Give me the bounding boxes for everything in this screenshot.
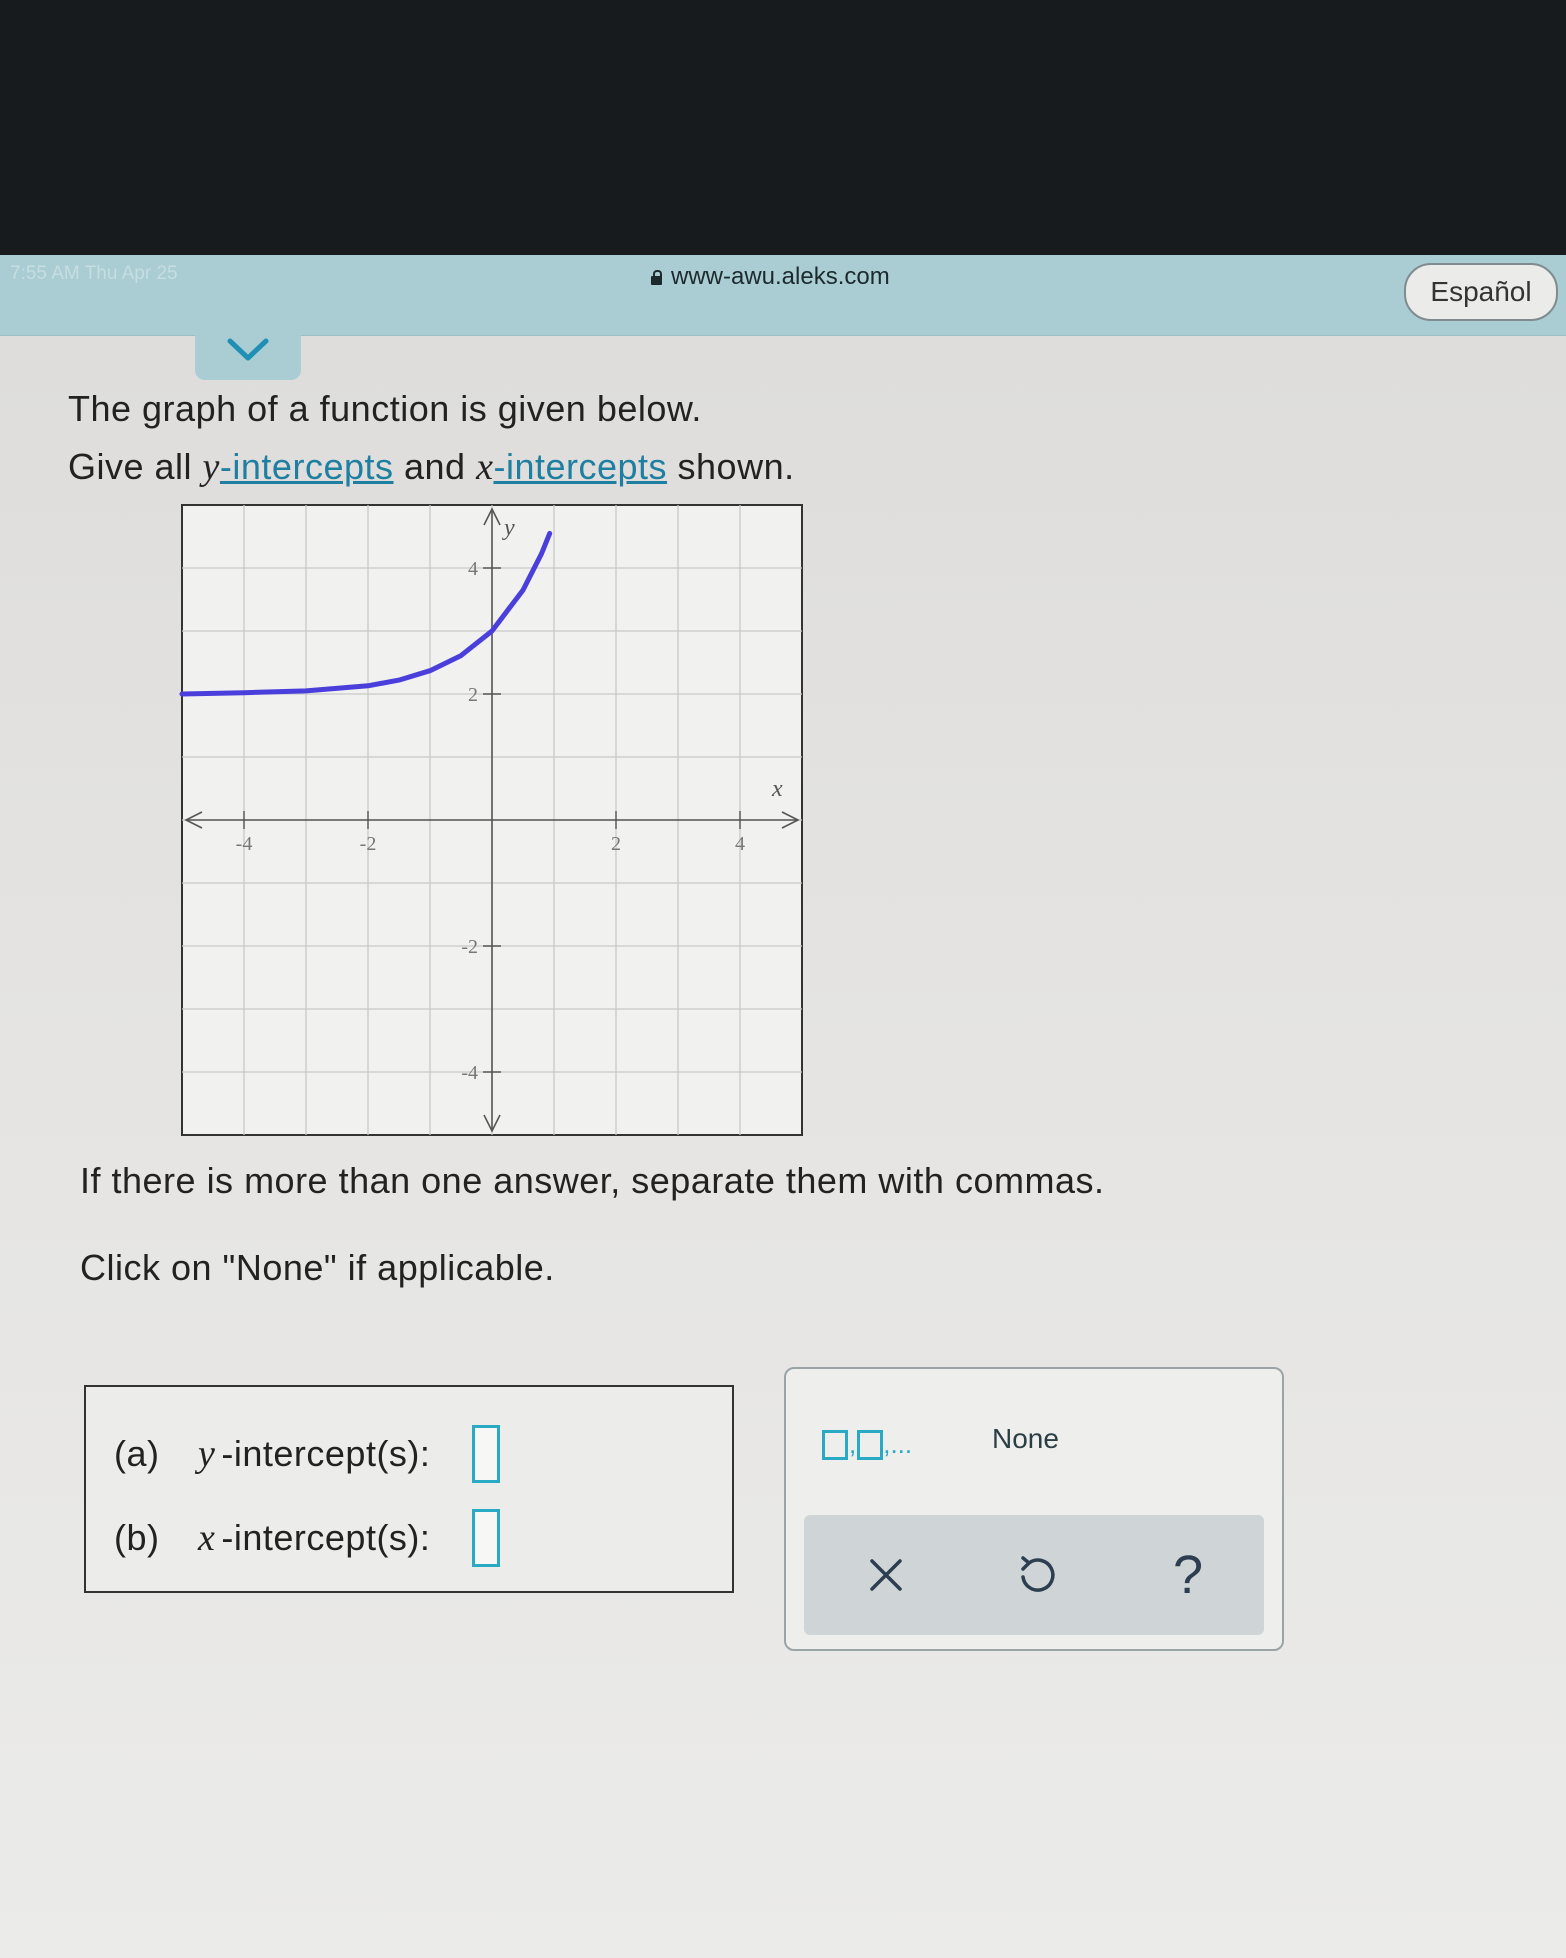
prompt-line-1: The graph of a function is given below. bbox=[68, 388, 702, 429]
action-bar: ? bbox=[804, 1515, 1264, 1635]
function-graph: -4 -2 2 4 4 2 -2 -4 x y bbox=[179, 504, 803, 1136]
prompt-text: shown. bbox=[667, 446, 795, 487]
instruction-commas: If there is more than one answer, separa… bbox=[80, 1160, 1105, 1201]
y-variable: y bbox=[198, 1433, 216, 1475]
status-time: 7:55 AM Thu Apr 25 bbox=[10, 263, 178, 284]
y-tick-label: -4 bbox=[461, 1062, 478, 1084]
part-a-tag: (a) bbox=[114, 1433, 160, 1474]
undo-button[interactable] bbox=[1007, 1545, 1067, 1605]
help-button[interactable]: ? bbox=[1158, 1545, 1218, 1605]
part-b-tag: (b) bbox=[114, 1517, 160, 1558]
multi-suffix: ,... bbox=[883, 1429, 913, 1459]
undo-icon bbox=[1021, 1556, 1055, 1592]
y-variable: y bbox=[202, 446, 220, 488]
x-axis-label: x bbox=[771, 776, 783, 802]
collapse-tab[interactable] bbox=[195, 320, 301, 380]
y-intercepts-link[interactable]: -intercepts bbox=[220, 446, 394, 487]
device-bezel bbox=[0, 0, 1566, 280]
url-display[interactable]: www-awu.aleks.com bbox=[650, 263, 890, 291]
x-tick-label: 4 bbox=[735, 833, 745, 855]
answer-row-a: (a) y -intercept(s): bbox=[114, 1425, 501, 1483]
url-text: www-awu.aleks.com bbox=[671, 263, 890, 290]
x-intercept-label: -intercept(s): bbox=[221, 1517, 431, 1558]
x-variable: x bbox=[476, 446, 494, 488]
prompt-line-2: Give all y-intercepts and x-intercepts s… bbox=[68, 438, 795, 496]
x-variable: x bbox=[198, 1517, 216, 1559]
clear-button[interactable] bbox=[856, 1545, 916, 1605]
answer-row-b: (b) x -intercept(s): bbox=[114, 1509, 501, 1567]
answer-box: (a) y -intercept(s): (b) x -intercept(s)… bbox=[84, 1385, 734, 1593]
y-intercept-label: -intercept(s): bbox=[221, 1433, 431, 1474]
tool-panel: ,,... None ? bbox=[784, 1367, 1284, 1651]
screen: 7:55 AM Thu Apr 25 www-awu.aleks.com Esp… bbox=[0, 255, 1566, 1958]
espanol-button[interactable]: Español bbox=[1404, 263, 1558, 321]
y-intercept-input[interactable] bbox=[472, 1425, 501, 1483]
lock-icon bbox=[650, 269, 663, 285]
instruction-none: Click on "None" if applicable. bbox=[80, 1247, 555, 1288]
chevron-down-icon bbox=[227, 338, 269, 361]
none-button[interactable]: None bbox=[992, 1423, 1059, 1455]
y-axis-label: y bbox=[502, 515, 515, 541]
x-intercept-input[interactable] bbox=[472, 1509, 501, 1567]
x-icon bbox=[870, 1559, 902, 1591]
box-icon bbox=[822, 1430, 848, 1460]
x-tick-label: -2 bbox=[360, 833, 377, 855]
box-icon bbox=[857, 1430, 884, 1460]
x-tick-label: -4 bbox=[236, 833, 253, 855]
x-intercepts-link[interactable]: -intercepts bbox=[493, 446, 667, 487]
multiple-answers-button[interactable]: ,,... bbox=[822, 1429, 912, 1460]
question-prompt: The graph of a function is given below. … bbox=[68, 380, 795, 496]
y-tick-label: -2 bbox=[461, 936, 478, 958]
x-tick-label: 2 bbox=[611, 833, 621, 855]
prompt-text: and bbox=[393, 446, 477, 487]
y-tick-label: 4 bbox=[468, 558, 478, 580]
prompt-text: Give all bbox=[68, 446, 203, 487]
y-tick-label: 2 bbox=[468, 684, 478, 706]
